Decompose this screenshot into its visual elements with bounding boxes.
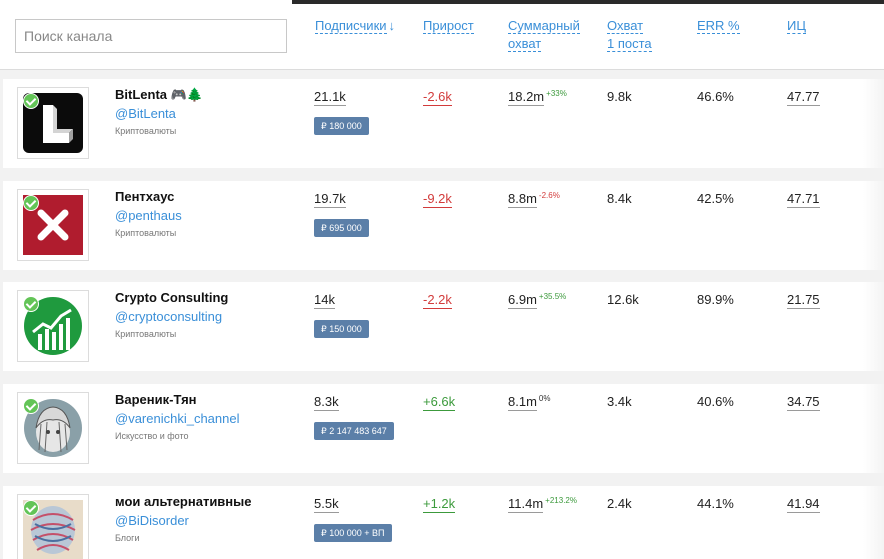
channel-handle-link[interactable]: @cryptoconsulting <box>115 309 222 324</box>
err-value: 46.6% <box>697 89 734 104</box>
total-reach-value[interactable]: 11.4m +213.2% <box>508 496 577 513</box>
row-fade <box>863 181 884 270</box>
channel-name[interactable]: BitLenta 🎮🌲 <box>115 87 203 103</box>
channel-name[interactable]: Crypto Consulting <box>115 290 228 305</box>
verified-check-icon <box>23 500 39 516</box>
subscribers-value[interactable]: 14k <box>314 292 335 309</box>
err-value: 42.5% <box>697 191 734 206</box>
verified-check-icon <box>23 195 39 211</box>
ic-value[interactable]: 47.77 <box>787 89 820 106</box>
channel-category: Блоги <box>115 533 140 543</box>
total-reach-delta: +213.2% <box>545 496 577 505</box>
subscribers-value[interactable]: 21.1k <box>314 89 346 106</box>
table-row[interactable]: Пентхаус @penthaus Криптовалюты 19.7k ₽ … <box>3 181 884 270</box>
err-value: 89.9% <box>697 292 734 307</box>
row-fade <box>863 384 884 473</box>
ic-value[interactable]: 21.75 <box>787 292 820 309</box>
avatar[interactable] <box>17 87 89 159</box>
column-header-growth[interactable]: Прирост <box>423 17 474 35</box>
channel-handle-link[interactable]: @BiDisorder <box>115 513 189 528</box>
avatar[interactable] <box>17 494 89 559</box>
total-reach-value[interactable]: 8.8m -2.6% <box>508 191 560 208</box>
avatar[interactable] <box>17 189 89 261</box>
total-reach-delta: +35.5% <box>538 292 567 301</box>
row-fade <box>863 79 884 168</box>
table-row[interactable]: мои альтернативные @BiDisorder Блоги 5.5… <box>3 486 884 559</box>
growth-value[interactable]: +6.6k <box>423 394 456 411</box>
channel-name[interactable]: Вареник-Тян <box>115 392 197 407</box>
channel-category: Криптовалюты <box>115 228 177 238</box>
subscribers-value[interactable]: 8.3k <box>314 394 339 411</box>
verified-check-icon <box>23 296 39 312</box>
column-header-ic[interactable]: ИЦ <box>787 17 806 35</box>
channel-handle-link[interactable]: @BitLenta <box>115 106 176 121</box>
channel-category: Криптовалюты <box>115 329 177 339</box>
post-reach-value: 12.6k <box>607 292 639 307</box>
row-fade <box>863 282 884 371</box>
ic-value[interactable]: 41.94 <box>787 496 820 513</box>
err-value: 44.1% <box>697 496 734 511</box>
channel-category: Криптовалюты <box>115 126 177 136</box>
sort-arrow-icon: ↓ <box>388 18 396 33</box>
column-header-total-reach[interactable]: Суммарный охват <box>508 17 580 53</box>
price-badge[interactable]: ₽ 695 000 <box>314 219 369 237</box>
subscribers-value[interactable]: 5.5k <box>314 496 339 513</box>
avatar[interactable] <box>17 392 89 464</box>
post-reach-value: 3.4k <box>607 394 632 409</box>
channel-category: Искусство и фото <box>115 431 189 441</box>
total-reach-value[interactable]: 6.9m +35.5% <box>508 292 567 309</box>
total-reach-value[interactable]: 18.2m +33% <box>508 89 567 106</box>
channel-name[interactable]: Пентхаус <box>115 189 174 204</box>
table-row[interactable]: BitLenta 🎮🌲 @BitLenta Криптовалюты 21.1k… <box>3 79 884 168</box>
price-badge[interactable]: ₽ 180 000 <box>314 117 369 135</box>
table-row[interactable]: Вареник-Тян @varenichki_channel Искусств… <box>3 384 884 473</box>
total-reach-delta: +33% <box>546 89 567 98</box>
column-header-subscribers[interactable]: Подписчики ↓ <box>315 17 395 35</box>
verified-check-icon <box>23 398 39 414</box>
err-value: 40.6% <box>697 394 734 409</box>
growth-value[interactable]: +1.2k <box>423 496 456 513</box>
total-reach-delta: -2.6% <box>538 191 560 200</box>
column-header-post-reach[interactable]: Охват 1 поста <box>607 17 652 53</box>
row-fade <box>863 486 884 559</box>
growth-value[interactable]: -2.2k <box>423 292 452 309</box>
ic-value[interactable]: 47.71 <box>787 191 820 208</box>
total-reach-value[interactable]: 8.1m 0% <box>508 394 551 411</box>
subscribers-value[interactable]: 19.7k <box>314 191 346 208</box>
price-badge[interactable]: ₽ 100 000 + ВП <box>314 524 392 542</box>
price-badge[interactable]: ₽ 2 147 483 647 <box>314 422 394 440</box>
top-dark-strip <box>292 0 884 4</box>
total-reach-delta: 0% <box>538 394 551 403</box>
post-reach-value: 2.4k <box>607 496 632 511</box>
table-row[interactable]: Crypto Consulting @cryptoconsulting Крип… <box>3 282 884 371</box>
verified-check-icon <box>23 93 39 109</box>
post-reach-value: 8.4k <box>607 191 632 206</box>
channel-handle-link[interactable]: @varenichki_channel <box>115 411 240 426</box>
channel-name[interactable]: мои альтернативные <box>115 494 251 509</box>
search-input[interactable] <box>15 19 287 53</box>
ic-value[interactable]: 34.75 <box>787 394 820 411</box>
column-header-err[interactable]: ERR % <box>697 17 740 35</box>
toolbar: Подписчики↓ Прирост Суммарныйохват Охват… <box>0 0 884 70</box>
price-badge[interactable]: ₽ 150 000 <box>314 320 369 338</box>
growth-value[interactable]: -2.6k <box>423 89 452 106</box>
channel-handle-link[interactable]: @penthaus <box>115 208 182 223</box>
avatar[interactable] <box>17 290 89 362</box>
post-reach-value: 9.8k <box>607 89 632 104</box>
growth-value[interactable]: -9.2k <box>423 191 452 208</box>
